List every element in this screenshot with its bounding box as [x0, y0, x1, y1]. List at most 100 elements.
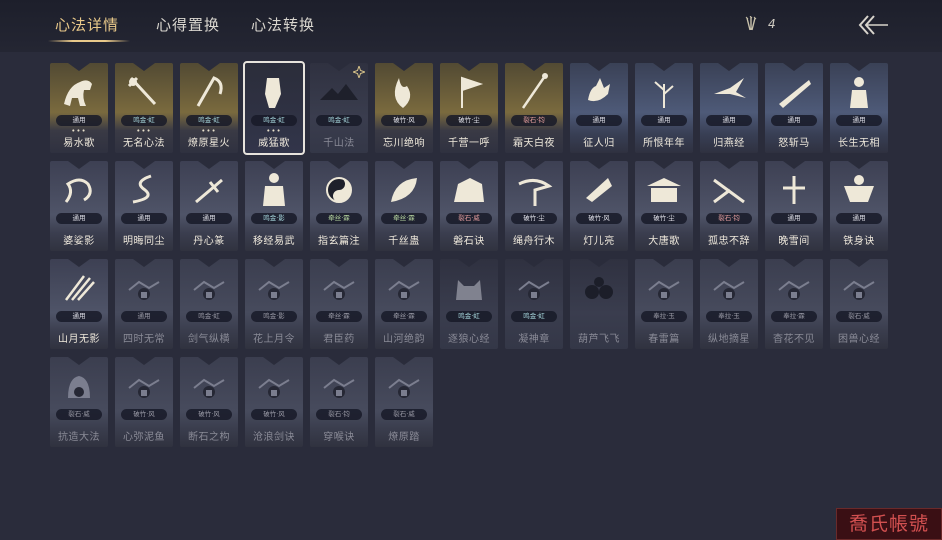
card-type-badge: 牵丝·霖 [316, 311, 362, 322]
currency-count: 4 [768, 17, 776, 31]
card-art [310, 161, 368, 221]
card-name: 杳花不见 [773, 334, 815, 345]
xinfa-card[interactable]: 牵丝·霖 指玄篇注 [310, 161, 368, 251]
xinfa-card[interactable]: 牵丝·霖 君臣药 [310, 259, 368, 349]
card-type-badge: 通用 [56, 311, 102, 322]
card-name: 明晦同尘 [123, 236, 165, 247]
card-type-badge: 通用 [121, 213, 167, 224]
xinfa-card[interactable]: 奉拉·玉 春雷篇 [635, 259, 693, 349]
card-type-badge: 通用 [771, 213, 817, 224]
card-art [180, 259, 238, 319]
card-name: 长生无相 [838, 138, 880, 149]
tab-xinde-exchange[interactable]: 心得置换 [156, 14, 220, 35]
xinfa-card[interactable]: 裂石·威 燎原踏 [375, 357, 433, 447]
xinfa-card[interactable]: 裂石·钧 孤忠不辞 [700, 161, 758, 251]
xinfa-card[interactable]: 通用 归燕经 [700, 63, 758, 153]
flame-icon [394, 78, 411, 108]
xinfa-card[interactable]: 通用 婆娑影 [50, 161, 108, 251]
card-type-badge: 通用 [576, 115, 622, 126]
sword-slash-icon [713, 178, 745, 204]
xinfa-card[interactable]: 通用 丹心篆 [180, 161, 238, 251]
lock-icon [323, 280, 355, 300]
card-name: 抗造大法 [58, 432, 100, 443]
card-art [245, 357, 303, 417]
xinfa-card[interactable]: 通用 山月无影 [50, 259, 108, 349]
xinfa-card[interactable]: 破竹·尘 绳舟行木 [505, 161, 563, 251]
card-art [505, 259, 563, 319]
card-type-badge: 破竹·风 [251, 409, 297, 420]
xinfa-card[interactable]: 牵丝·霖 千丝蛊 [375, 161, 433, 251]
xinfa-card[interactable]: 通用 铁身诀 [830, 161, 888, 251]
card-name: 婆娑影 [63, 236, 95, 247]
xinfa-card[interactable]: 破竹·尘 千营一呼 [440, 63, 498, 153]
xinfa-card[interactable]: 裂石·威抗造大法 [50, 357, 108, 447]
tab-xinfa-convert[interactable]: 心法转换 [251, 14, 315, 35]
card-name: 千营一呼 [448, 138, 490, 149]
card-name: 磐石诀 [453, 236, 485, 247]
card-type-badge: 破竹·风 [121, 409, 167, 420]
xinfa-card[interactable]: 裂石·威 困兽心经 [830, 259, 888, 349]
card-type-badge: 通用 [56, 213, 102, 224]
card-name: 千丝蛊 [388, 236, 420, 247]
xinfa-card[interactable]: 破竹·风 灯儿亮 [570, 161, 628, 251]
xinfa-card[interactable]: 破竹·风 断石之构 [180, 357, 238, 447]
xinfa-card[interactable]: 通用 长生无相 [830, 63, 888, 153]
card-art [635, 63, 693, 123]
card-art [440, 259, 498, 319]
xinfa-card[interactable]: 奉拉·霖杳花不见 [765, 259, 823, 349]
card-art [375, 259, 433, 319]
xinfa-card[interactable]: 通用 四时无常 [115, 259, 173, 349]
xinfa-card[interactable]: 鸣金·虹 ••• 无名心法 [115, 63, 173, 153]
card-type-badge: 裂石·威 [56, 409, 102, 420]
xinfa-card[interactable]: 奉拉·玉 纵地摘星 [700, 259, 758, 349]
card-type-badge: 奉拉·霖 [771, 311, 817, 322]
xinfa-card[interactable]: 鸣金·虹 ••• 燎原星火 [180, 63, 238, 153]
card-type-badge: 裂石·威 [836, 311, 882, 322]
card-name: 霜天白夜 [513, 138, 555, 149]
xinfa-card[interactable]: 鸣金·虹 剑气纵横 [180, 259, 238, 349]
xinfa-card[interactable]: 破竹·尘 大唐歌 [635, 161, 693, 251]
xinfa-card[interactable]: 葫芦飞飞 [570, 259, 628, 349]
card-art [115, 161, 173, 221]
xinfa-card[interactable]: 鸣金·虹 千山法 [310, 63, 368, 153]
card-type-badge: 奉拉·玉 [641, 311, 687, 322]
wolf-icon [456, 280, 482, 300]
card-type-badge: 通用 [706, 115, 752, 126]
card-type-badge: 通用 [56, 115, 102, 126]
card-type-badge: 裂石·威 [381, 409, 427, 420]
xinfa-card[interactable]: 破竹·风 沧浪剑诀 [245, 357, 303, 447]
card-name: 逐狼心经 [448, 334, 490, 345]
dragon-icon [64, 178, 92, 203]
currency-display: 4 [744, 16, 776, 32]
card-art [570, 63, 628, 123]
xinfa-card[interactable]: 裂石·威 磐石诀 [440, 161, 498, 251]
card-art [375, 357, 433, 417]
xinfa-card[interactable]: 鸣金·虹 ••• 威猛歌 [243, 61, 305, 155]
xinfa-card[interactable]: 牵丝·霖 山河绝韵 [375, 259, 433, 349]
xinfa-card[interactable]: 通用 所恨年年 [635, 63, 693, 153]
xinfa-card[interactable]: 鸣金·影 移经易武 [245, 161, 303, 251]
card-type-badge: 破竹·风 [381, 115, 427, 126]
xinfa-card[interactable]: 破竹·风 心弥泥鱼 [115, 357, 173, 447]
cross-icon [783, 176, 805, 204]
tab-xinfa-details[interactable]: 心法详情 [55, 14, 119, 35]
xinfa-card[interactable]: 破竹·风 忘川绝响 [375, 63, 433, 153]
lock-icon [843, 280, 875, 300]
xinfa-card[interactable]: 鸣金·虹 逐狼心经 [440, 259, 498, 349]
xinfa-card[interactable]: 通用 征人归 [570, 63, 628, 153]
xinfa-card[interactable]: 裂石·钧 穿喉诀 [310, 357, 368, 447]
xinfa-card[interactable]: 通用 晚雪间 [765, 161, 823, 251]
card-art [635, 259, 693, 319]
card-type-badge: 裂石·钧 [706, 213, 752, 224]
xinfa-card[interactable]: 通用 怒斩马 [765, 63, 823, 153]
card-art [440, 63, 498, 123]
xinfa-card[interactable]: 鸣金·虹 凝神章 [505, 259, 563, 349]
xinfa-card[interactable]: 通用 明晦同尘 [115, 161, 173, 251]
warrior-icon [263, 173, 285, 206]
lock-icon [193, 280, 225, 300]
xinfa-card[interactable]: 通用 ••• 易水歌 [50, 63, 108, 153]
back-button[interactable] [854, 10, 894, 40]
xinfa-card[interactable]: 鸣金·影 花上月令 [245, 259, 303, 349]
card-art [50, 63, 108, 123]
xinfa-card[interactable]: 裂石·钧 霜天白夜 [505, 63, 563, 153]
